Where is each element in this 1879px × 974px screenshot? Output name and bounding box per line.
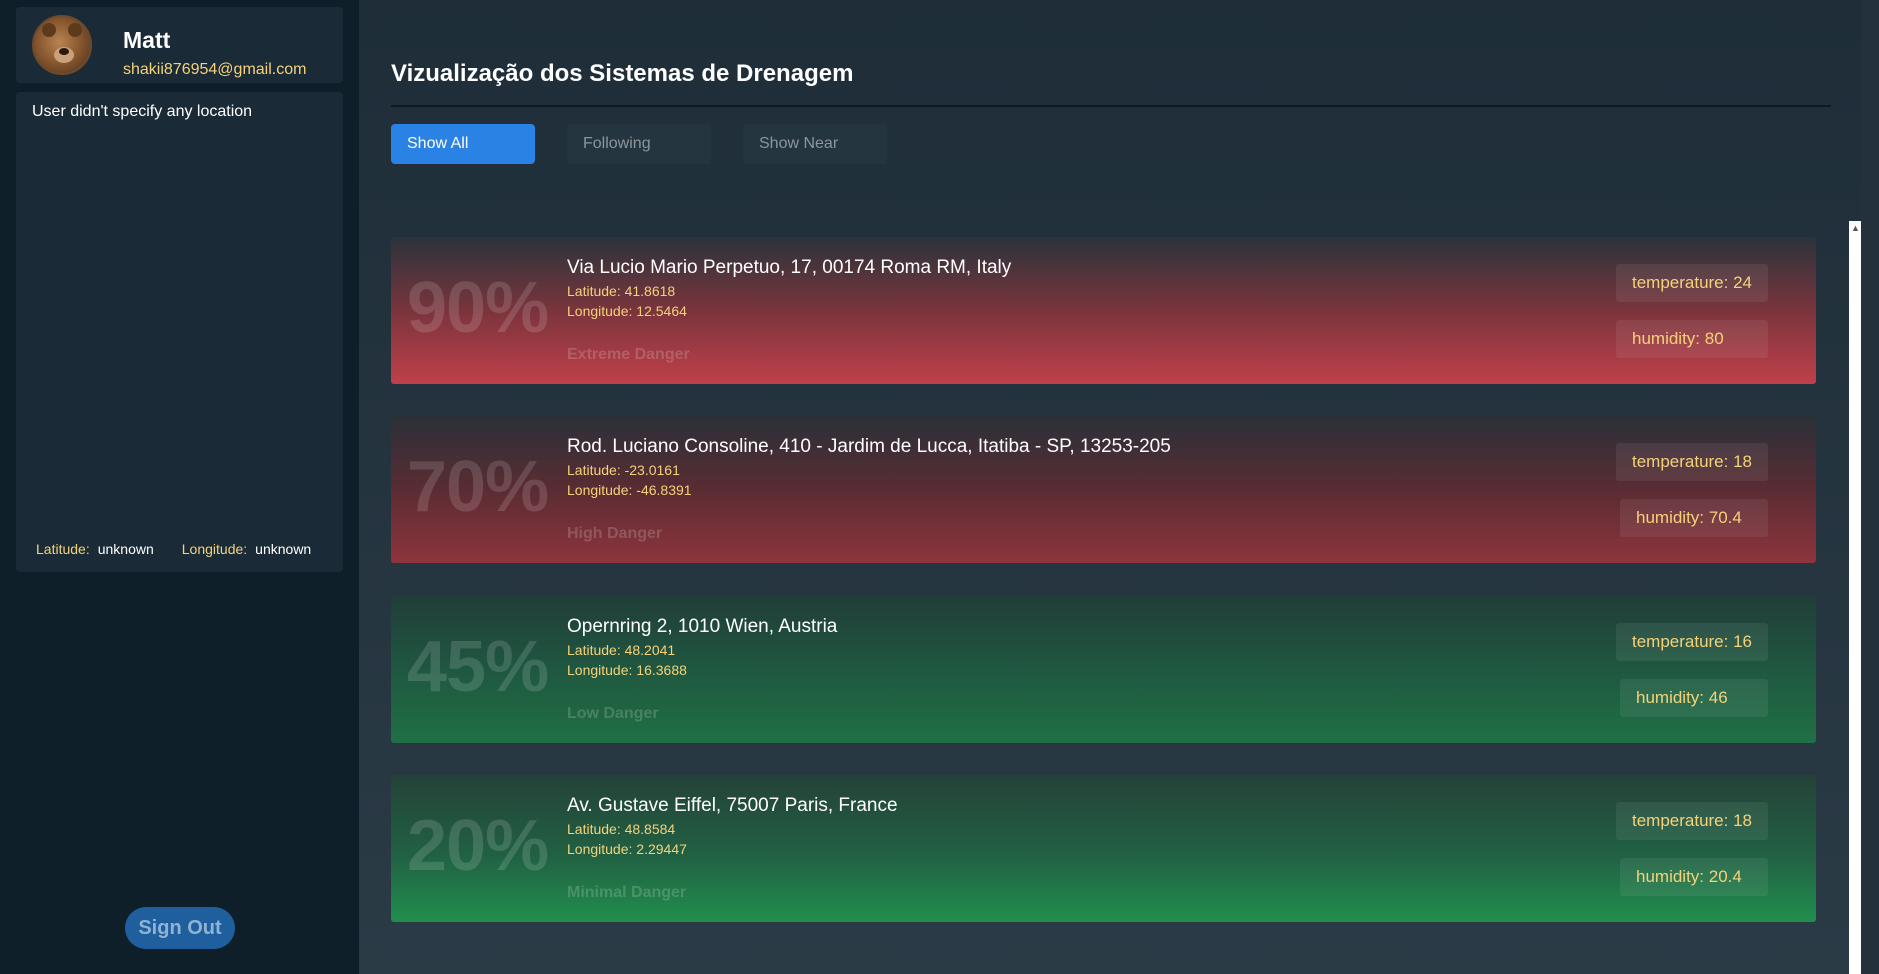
temperature-badge: temperature: 16 [1615, 623, 1768, 661]
drainage-card[interactable]: 70% Rod. Luciano Consoline, 410 - Jardim… [391, 416, 1816, 563]
temperature-badge: temperature: 18 [1615, 802, 1768, 840]
user-email: shakii876954@gmail.com [123, 61, 307, 78]
title-divider [391, 105, 1831, 107]
profile-card: Matt shakii876954@gmail.com [16, 7, 343, 83]
danger-level: High Danger [567, 525, 663, 542]
location-card: User didn't specify any location Latitud… [16, 92, 343, 572]
latitude-label: Latitude: [36, 541, 90, 557]
humidity-badge: humidity: 46 [1620, 679, 1768, 717]
humidity-badge: humidity: 70.4 [1620, 499, 1768, 537]
card-latitude: Latitude: 48.2041 [567, 642, 676, 658]
danger-percent: 90% [407, 268, 549, 348]
drainage-card[interactable]: 20% Av. Gustave Eiffel, 75007 Paris, Fra… [391, 775, 1816, 922]
card-longitude: Longitude: 16.3688 [567, 662, 687, 678]
user-name: Matt [123, 27, 171, 53]
danger-level: Minimal Danger [567, 884, 687, 901]
temperature-badge: temperature: 18 [1615, 443, 1768, 481]
latitude-value: unknown [97, 541, 154, 557]
main-content: Vizualização dos Sistemas de Drenagem Sh… [359, 0, 1861, 974]
filter-following-button[interactable]: Following [567, 124, 711, 164]
card-latitude: Latitude: -23.0161 [567, 462, 680, 478]
card-longitude: Longitude: 12.5464 [567, 303, 687, 319]
danger-percent: 45% [407, 627, 549, 707]
danger-percent: 20% [407, 806, 549, 886]
sidebar: Matt shakii876954@gmail.com User didn't … [0, 0, 359, 974]
scroll-up-arrow-icon[interactable]: ▲ [1851, 223, 1860, 233]
card-longitude: Longitude: 2.29447 [567, 841, 687, 857]
drainage-card[interactable]: 90% Via Lucio Mario Perpetuo, 17, 00174 … [391, 237, 1816, 384]
longitude-value: unknown [255, 541, 312, 557]
card-address: Rod. Luciano Consoline, 410 - Jardim de … [567, 436, 1171, 457]
page-title: Vizualização dos Sistemas de Drenagem [391, 60, 854, 87]
danger-level: Extreme Danger [567, 346, 690, 363]
danger-percent: 70% [407, 447, 549, 527]
card-address: Av. Gustave Eiffel, 75007 Paris, France [567, 795, 898, 816]
card-latitude: Latitude: 41.8618 [567, 283, 676, 299]
card-address: Via Lucio Mario Perpetuo, 17, 00174 Roma… [567, 257, 1012, 278]
danger-level: Low Danger [567, 705, 659, 722]
filter-show-near-button[interactable]: Show Near [743, 124, 887, 164]
avatar[interactable] [32, 15, 92, 75]
longitude-label: Longitude: [181, 541, 248, 557]
card-address: Opernring 2, 1010 Wien, Austria [567, 616, 838, 637]
right-edge-strip [1861, 0, 1879, 974]
filter-show-all-button[interactable]: Show All [391, 124, 535, 164]
card-latitude: Latitude: 48.8584 [567, 821, 676, 837]
location-coordinates: Latitude: unknown Longitude: unknown [36, 541, 311, 557]
humidity-badge: humidity: 80 [1616, 320, 1768, 358]
humidity-badge: humidity: 20.4 [1620, 858, 1768, 896]
temperature-badge: temperature: 24 [1615, 264, 1768, 302]
card-longitude: Longitude: -46.8391 [567, 482, 692, 498]
drainage-card[interactable]: 45% Opernring 2, 1010 Wien, Austria Lati… [391, 596, 1816, 743]
sign-out-button[interactable]: Sign Out [125, 907, 235, 949]
location-message: User didn't specify any location [32, 103, 253, 120]
